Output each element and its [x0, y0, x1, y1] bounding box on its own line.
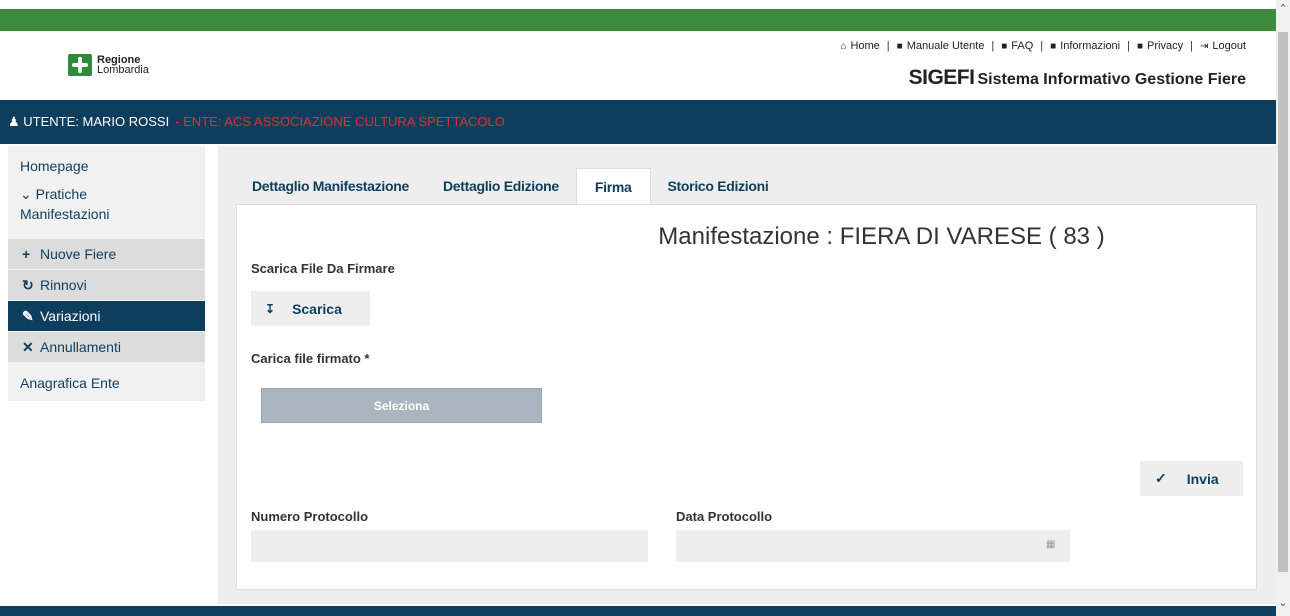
- page-scrollbar[interactable]: ⌃ ⌄: [1276, 0, 1290, 616]
- firma-panel: Manifestazione : FIERA DI VARESE ( 83 ) …: [236, 204, 1257, 590]
- check-icon: ✓: [1155, 470, 1167, 486]
- document-icon: ■: [1050, 40, 1057, 52]
- link-logout[interactable]: ⇥ Logout: [1200, 40, 1246, 52]
- ente-name: - ENTE: ACS ASSOCIAZIONE CULTURA SPETTAC…: [175, 114, 505, 129]
- tab-dettaglio-edizione[interactable]: Dettaglio Edizione: [426, 168, 576, 205]
- tab-dettaglio-manifestazione[interactable]: Dettaglio Manifestazione: [235, 168, 426, 205]
- link-manuale-utente[interactable]: ■ Manuale Utente: [897, 40, 985, 52]
- app-title: SIGEFI Sistema Informativo Gestione Fiere: [909, 66, 1246, 90]
- invia-button[interactable]: ✓ Invia: [1140, 461, 1243, 496]
- logo-cross-icon: [68, 54, 92, 76]
- sidebar-item-variazioni[interactable]: ✎ Variazioni: [8, 301, 205, 332]
- numero-protocollo-label: Numero Protocollo: [251, 509, 369, 524]
- calendar-icon[interactable]: ▦: [1046, 539, 1055, 550]
- download-icon: ↧: [265, 301, 276, 316]
- numero-protocollo-field[interactable]: [251, 530, 648, 562]
- user-bar: ♟ UTENTE: MARIO ROSSI - ENTE: ACS ASSOCIA…: [0, 100, 1276, 144]
- sidebar-item-pratiche-manifestazioni[interactable]: ⌄ Pratiche Manifestazioni: [8, 181, 205, 239]
- sidebar-item-homepage[interactable]: Homepage: [8, 146, 205, 181]
- home-icon: ⌂: [840, 40, 847, 52]
- trash-icon: ✕: [22, 339, 34, 355]
- scroll-down-icon[interactable]: ⌄: [1276, 596, 1290, 609]
- scrollbar-thumb[interactable]: [1278, 32, 1288, 572]
- link-faq[interactable]: ■ FAQ: [1001, 40, 1033, 52]
- user-name: UTENTE: MARIO ROSSI: [23, 114, 170, 129]
- tab-firma[interactable]: Firma: [575, 168, 651, 205]
- scroll-up-icon[interactable]: ⌃: [1276, 2, 1290, 15]
- book-icon: ■: [1001, 40, 1008, 52]
- regione-lombardia-logo[interactable]: Regione Lombardia: [68, 54, 168, 76]
- link-home[interactable]: ⌂ Home: [840, 40, 879, 52]
- sidebar-item-nuove-fiere[interactable]: + Nuove Fiere: [8, 239, 205, 270]
- plus-icon: +: [22, 246, 31, 262]
- tab-storico-edizioni[interactable]: Storico Edizioni: [651, 168, 786, 205]
- sidebar-item-annullamenti[interactable]: ✕ Annullamenti: [8, 332, 205, 363]
- sidebar: Homepage ⌄ Pratiche Manifestazioni + Nuov…: [8, 146, 205, 401]
- scarica-button[interactable]: ↧ Scarica: [251, 291, 370, 326]
- scarica-label: Scarica File Da Firmare: [251, 261, 395, 276]
- refresh-icon: ↻: [22, 277, 34, 293]
- footer-bar: [0, 606, 1276, 616]
- app-short-name: SIGEFI: [908, 66, 975, 89]
- top-green-bar: [0, 9, 1276, 31]
- chevron-down-icon: ⌄: [20, 186, 32, 202]
- link-privacy[interactable]: ■ Privacy: [1137, 40, 1183, 52]
- data-protocollo-label: Data Protocollo: [676, 509, 773, 524]
- logout-icon: ⇥: [1199, 40, 1209, 52]
- sidebar-item-rinnovi[interactable]: ↻ Rinnovi: [8, 270, 205, 301]
- pencil-icon: ✎: [22, 308, 34, 324]
- top-links: ⌂ Home | ■ Manuale Utente | ■ FAQ | ■ Inform…: [840, 40, 1246, 52]
- logo-line2: Lombardia: [97, 64, 149, 76]
- document-icon: ■: [896, 40, 903, 52]
- seleziona-button[interactable]: Seleziona: [261, 388, 542, 423]
- main-content: Dettaglio Manifestazione Dettaglio Edizi…: [218, 146, 1276, 604]
- carica-label: Carica file firmato *: [251, 351, 370, 366]
- tab-bar: Dettaglio Manifestazione Dettaglio Edizi…: [235, 168, 786, 205]
- page-title: Manifestazione : FIERA DI VARESE ( 83 ): [658, 223, 1105, 250]
- sidebar-item-anagrafica-ente[interactable]: Anagrafica Ente: [8, 363, 205, 401]
- data-protocollo-field[interactable]: [676, 530, 1070, 562]
- app-window: Regione Lombardia ⌂ Home | ■ Manuale Utent…: [0, 0, 1276, 616]
- app-long-name: Sistema Informativo Gestione Fiere: [977, 71, 1246, 88]
- link-informazioni[interactable]: ■ Informazioni: [1050, 40, 1120, 52]
- header: Regione Lombardia ⌂ Home | ■ Manuale Utent…: [0, 31, 1276, 99]
- document-icon: ■: [1136, 40, 1144, 52]
- user-icon: ♟: [8, 114, 20, 129]
